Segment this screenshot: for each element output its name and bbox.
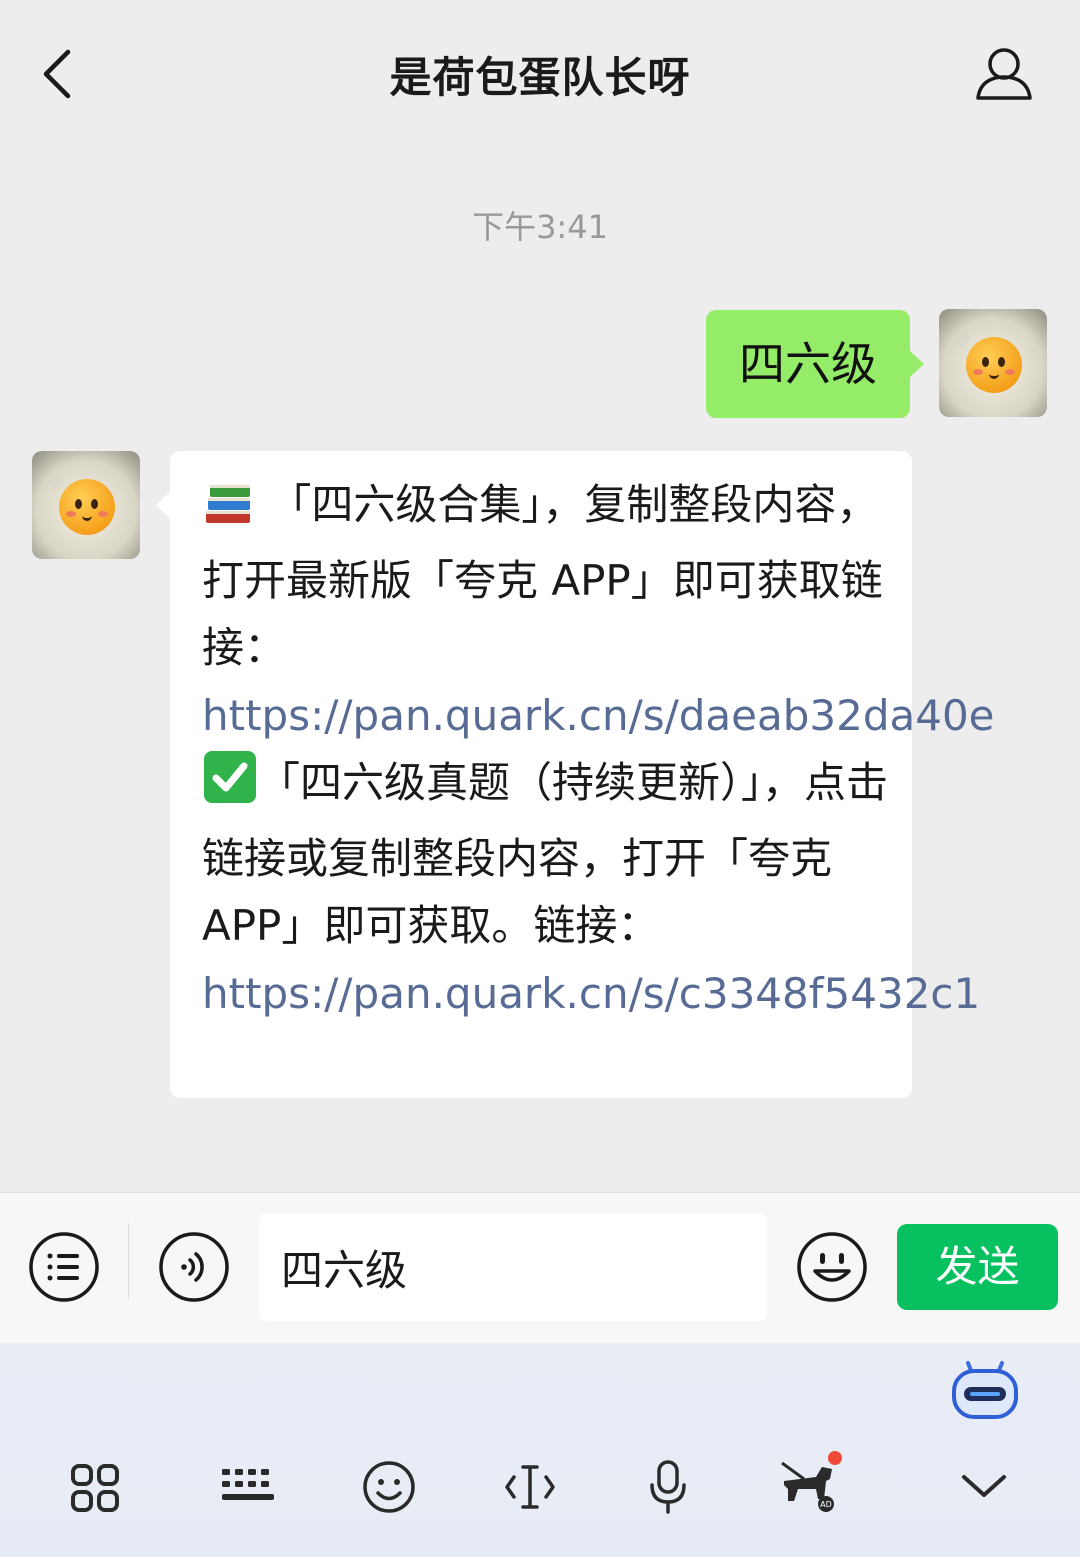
robot-assistant-icon[interactable]	[948, 1351, 1022, 1427]
quark-link-1[interactable]: https://pan.quark.cn/s/daeab32da40e	[202, 691, 995, 740]
keyboard-icon[interactable]	[220, 1467, 276, 1511]
keyboard-toolbar: AD	[0, 1343, 1080, 1557]
egg-character-icon	[966, 337, 1022, 393]
profile-user-icon[interactable]	[972, 44, 1036, 104]
voice-icon[interactable]	[158, 1231, 230, 1303]
emoji-icon[interactable]	[362, 1460, 416, 1518]
quark-link-2[interactable]: https://pan.quark.cn/s/c3348f5432c1	[202, 969, 980, 1018]
my-avatar[interactable]: ♡	[939, 309, 1047, 417]
menu-list-icon[interactable]	[28, 1231, 100, 1303]
chevron-down-icon[interactable]	[958, 1469, 1010, 1505]
contact-avatar[interactable]: ♡	[32, 451, 140, 559]
grid-icon[interactable]	[70, 1463, 120, 1517]
message-input[interactable]	[259, 1213, 767, 1321]
input-divider	[128, 1223, 129, 1299]
top-bar: 是荷包蛋队长呀	[0, 0, 1080, 150]
heart-icon: ♡	[955, 331, 970, 350]
received-message-bubble[interactable]: 「四六级合集」，复制整段内容，打开最新版「夸克 APP」即可获取链接： http…	[156, 451, 995, 1098]
text-cursor-icon[interactable]	[503, 1461, 557, 1517]
check-mark-emoji-icon	[202, 749, 258, 825]
message-timestamp: 下午3:41	[472, 208, 608, 246]
input-bar: 发送	[0, 1192, 1080, 1343]
message-part-2: 「四六级真题（持续更新）」，点击链接或复制整段内容，打开「夸克 APP」即可获取…	[202, 758, 889, 950]
message-part-1: 「四六级合集」，复制整段内容，打开最新版「夸克 APP」即可获取链接：	[202, 480, 883, 672]
guide-dog-icon[interactable]: AD	[776, 1449, 846, 1519]
smiley-icon[interactable]	[796, 1231, 868, 1303]
heart-icon: ♡	[48, 473, 63, 492]
microphone-icon[interactable]	[648, 1459, 688, 1519]
sent-message-bubble[interactable]: 四六级	[706, 310, 924, 418]
svg-text:AD: AD	[820, 1500, 832, 1509]
send-button[interactable]: 发送	[897, 1224, 1058, 1310]
received-message-text: 「四六级合集」，复制整段内容，打开最新版「夸克 APP」即可获取链接： http…	[202, 471, 995, 1027]
books-emoji-icon	[202, 479, 256, 547]
chat-title: 是荷包蛋队长呀	[389, 53, 691, 102]
egg-character-icon	[59, 479, 115, 535]
